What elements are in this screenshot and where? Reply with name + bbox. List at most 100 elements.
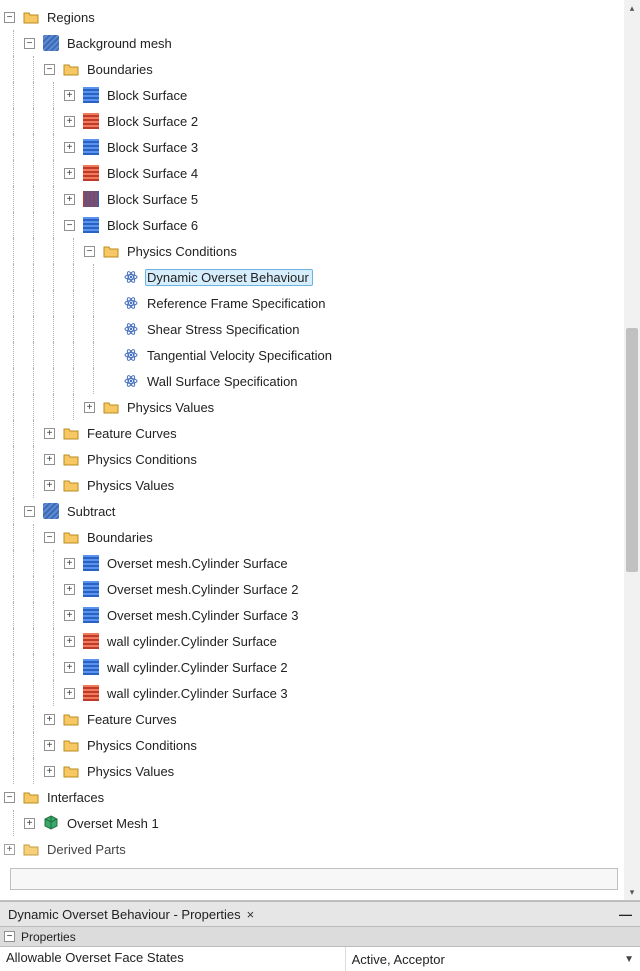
node-label: Shear Stress Specification [145, 321, 303, 338]
folder-icon [63, 477, 79, 493]
folder-icon [23, 841, 39, 857]
tree-node-physics-values[interactable]: + Physics Values [4, 758, 624, 784]
expand-toggle[interactable]: + [64, 688, 75, 699]
property-value-dropdown[interactable]: Active, Acceptor ▼ [346, 947, 640, 971]
expand-toggle[interactable]: − [24, 506, 35, 517]
expand-toggle[interactable]: − [24, 38, 35, 49]
expand-toggle[interactable]: + [4, 844, 15, 855]
expand-toggle[interactable]: − [44, 532, 55, 543]
expand-toggle[interactable]: + [64, 168, 75, 179]
properties-section-header[interactable]: − Properties [0, 927, 640, 947]
tree-node-physics-condition-item[interactable]: · Tangential Velocity Specification [4, 342, 624, 368]
expand-toggle[interactable]: + [44, 714, 55, 725]
tree-node-feature-curves[interactable]: + Feature Curves [4, 420, 624, 446]
node-label: Reference Frame Specification [145, 295, 329, 312]
expand-toggle[interactable]: + [64, 636, 75, 647]
tree-node-boundaries[interactable]: − Boundaries [4, 524, 624, 550]
node-label: Block Surface 6 [105, 217, 202, 234]
expand-toggle[interactable]: + [44, 454, 55, 465]
scrollbar-thumb[interactable] [626, 328, 638, 571]
tree-node-physics-conditions[interactable]: − Physics Conditions [4, 238, 624, 264]
surface-icon [83, 165, 99, 181]
surface-icon [83, 685, 99, 701]
expand-toggle[interactable]: + [64, 194, 75, 205]
drop-area[interactable] [10, 868, 618, 890]
properties-section-label: Properties [21, 930, 76, 944]
expand-toggle[interactable]: + [44, 766, 55, 777]
tree-node-subtract[interactable]: − Subtract [4, 498, 624, 524]
tree-node-block-surface[interactable]: + Block Surface [4, 82, 624, 108]
minimize-icon[interactable]: — [616, 907, 632, 922]
property-name: Allowable Overset Face States [0, 947, 346, 971]
tree-node-subtract-boundary[interactable]: + wall cylinder.Cylinder Surface [4, 628, 624, 654]
tree-node-background-mesh[interactable]: − Background mesh [4, 30, 624, 56]
surface-icon [83, 555, 99, 571]
node-label: Dynamic Overset Behaviour [145, 269, 313, 286]
tree-node-block-surface-6[interactable]: − Block Surface 6 [4, 212, 624, 238]
folder-icon [63, 763, 79, 779]
tree-node-boundaries[interactable]: − Boundaries [4, 56, 624, 82]
physics-icon [123, 295, 139, 311]
tree-node-overset-mesh-1[interactable]: + Overset Mesh 1 [4, 810, 624, 836]
surface-icon [83, 581, 99, 597]
tree-node-subtract-boundary[interactable]: + wall cylinder.Cylinder Surface 3 [4, 680, 624, 706]
tree-node-block-surface[interactable]: + Block Surface 3 [4, 134, 624, 160]
expand-toggle[interactable]: + [44, 428, 55, 439]
expand-toggle[interactable]: − [84, 246, 95, 257]
vertical-scrollbar[interactable]: ▴ ▾ [624, 0, 640, 900]
tree-node-block-surface[interactable]: + Block Surface 5 [4, 186, 624, 212]
scrollbar-track[interactable] [624, 16, 640, 884]
tree-node-derived-parts[interactable]: + Derived Parts [4, 836, 624, 862]
node-label: Block Surface [105, 87, 191, 104]
tree-node-subtract-boundary[interactable]: + Overset mesh.Cylinder Surface 3 [4, 602, 624, 628]
expand-toggle[interactable]: + [64, 610, 75, 621]
expand-toggle[interactable]: − [4, 792, 15, 803]
node-label: Overset Mesh 1 [65, 815, 163, 832]
node-label: Boundaries [85, 61, 157, 78]
node-label: wall cylinder.Cylinder Surface 3 [105, 685, 292, 702]
tree-node-feature-curves[interactable]: + Feature Curves [4, 706, 624, 732]
node-label: Derived Parts [45, 841, 130, 858]
tree-node-subtract-boundary[interactable]: + Overset mesh.Cylinder Surface 2 [4, 576, 624, 602]
expand-toggle[interactable]: + [84, 402, 95, 413]
tree-node-subtract-boundary[interactable]: + Overset mesh.Cylinder Surface [4, 550, 624, 576]
expand-toggle[interactable]: + [44, 480, 55, 491]
tree-node-physics-condition-item[interactable]: · Reference Frame Specification [4, 290, 624, 316]
tree-node-physics-conditions[interactable]: + Physics Conditions [4, 732, 624, 758]
expand-toggle[interactable]: + [64, 584, 75, 595]
tree-node-block-surface[interactable]: + Block Surface 4 [4, 160, 624, 186]
close-icon[interactable]: × [247, 907, 255, 922]
tree-node-physics-values[interactable]: + Physics Values [4, 394, 624, 420]
folder-open-icon [103, 243, 119, 259]
tree-node-regions[interactable]: − Regions [4, 4, 624, 30]
tree-node-block-surface[interactable]: + Block Surface 2 [4, 108, 624, 134]
surface-icon [83, 113, 99, 129]
expand-toggle[interactable]: + [64, 662, 75, 673]
tree-node-subtract-boundary[interactable]: + wall cylinder.Cylinder Surface 2 [4, 654, 624, 680]
tree-node-physics-conditions[interactable]: + Physics Conditions [4, 446, 624, 472]
expand-toggle[interactable]: + [64, 558, 75, 569]
tree-node-physics-condition-item[interactable]: · Shear Stress Specification [4, 316, 624, 342]
tree-viewport: − Regions − Background mesh − Boundaries… [0, 0, 624, 900]
expand-toggle: · [104, 272, 115, 283]
folder-open-icon [63, 529, 79, 545]
node-label: Feature Curves [85, 425, 181, 442]
expand-toggle[interactable]: + [44, 740, 55, 751]
expand-toggle[interactable]: + [64, 116, 75, 127]
expand-toggle[interactable]: − [64, 220, 75, 231]
tree-node-physics-condition-item[interactable]: · Wall Surface Specification [4, 368, 624, 394]
collapse-toggle[interactable]: − [4, 931, 15, 942]
physics-icon [123, 321, 139, 337]
scroll-down-button[interactable]: ▾ [624, 884, 640, 900]
tree-node-physics-values[interactable]: + Physics Values [4, 472, 624, 498]
expand-toggle[interactable]: − [44, 64, 55, 75]
folder-open-icon [23, 789, 39, 805]
tree-node-physics-condition-item[interactable]: · Dynamic Overset Behaviour [4, 264, 624, 290]
node-label: Block Surface 5 [105, 191, 202, 208]
scroll-up-button[interactable]: ▴ [624, 0, 640, 16]
expand-toggle[interactable]: + [24, 818, 35, 829]
tree-node-interfaces[interactable]: − Interfaces [4, 784, 624, 810]
expand-toggle[interactable]: + [64, 90, 75, 101]
expand-toggle[interactable]: − [4, 12, 15, 23]
expand-toggle[interactable]: + [64, 142, 75, 153]
